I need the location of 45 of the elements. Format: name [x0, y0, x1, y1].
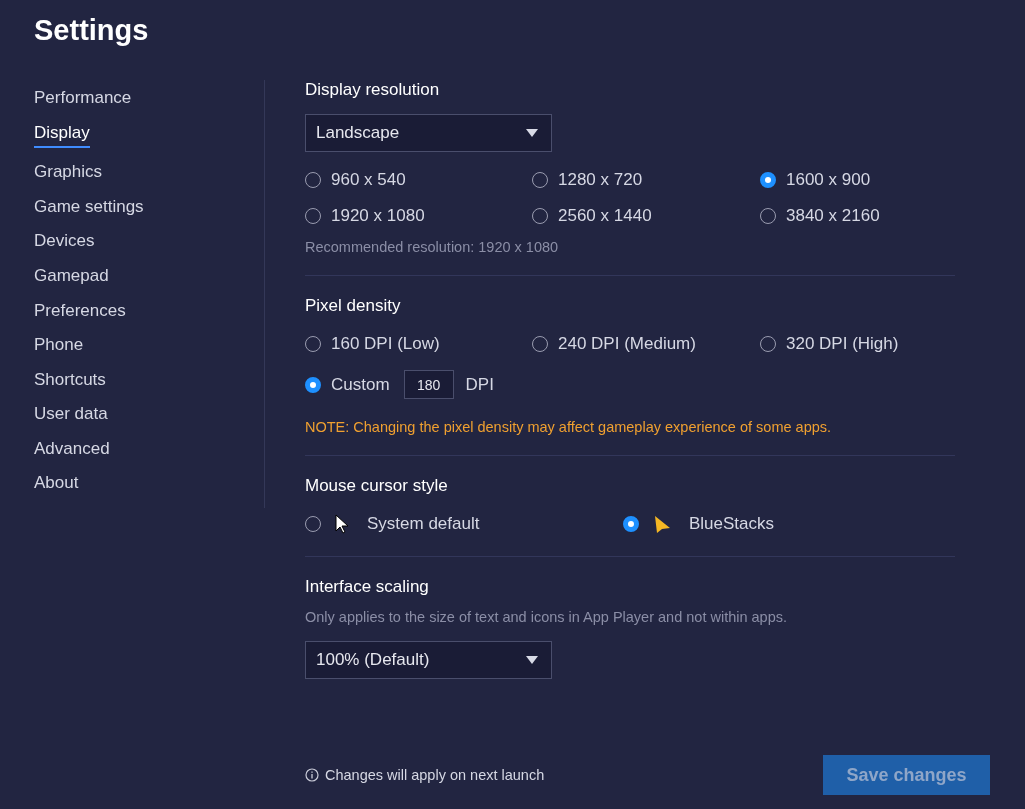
radio-label: BlueStacks — [689, 514, 775, 534]
scaling-dropdown[interactable]: 100% (Default) — [305, 641, 552, 679]
section-heading: Mouse cursor style — [305, 476, 449, 496]
radio-label: 1280 x 720 — [558, 170, 643, 190]
sidebar-item[interactable]: Advanced — [34, 438, 110, 474]
sidebar-item[interactable]: Devices — [34, 231, 95, 266]
sidebar-item[interactable]: Preferences — [34, 300, 126, 336]
sidebar-item[interactable]: Performance — [34, 88, 132, 123]
note-text: NOTE: Changing the pixel density may affect gameplay experience of some apps. — [305, 419, 833, 437]
caret-icon — [526, 656, 538, 664]
radio-button[interactable] — [760, 172, 776, 188]
sidebar-item[interactable]: Phone — [34, 335, 84, 370]
radio-label: 960 x 540 — [331, 170, 406, 190]
page-title: Settings — [34, 14, 150, 48]
sidebar-item[interactable]: Shortcuts — [34, 369, 106, 405]
info-text: Changes will apply on next launch — [325, 767, 545, 783]
description-text: Only applies to the size of text and icons in App Player and not within apps. — [305, 609, 788, 625]
radio-label: Custom — [331, 374, 390, 395]
radio-button[interactable] — [305, 376, 321, 393]
section-heading: Display resolution — [305, 80, 441, 100]
sidebar-item[interactable]: User data — [34, 404, 108, 439]
section-heading: Pixel density — [305, 296, 402, 316]
unit-label: DPI — [465, 374, 494, 395]
sidebar-item[interactable]: Graphics — [34, 162, 103, 197]
pointer-icon — [653, 515, 671, 533]
sidebar-item[interactable]: Display — [34, 122, 90, 148]
radio-label: 1920 x 1080 — [331, 206, 425, 226]
radio-label: System default — [367, 514, 480, 534]
recommended-text: Recommended resolution: 1920 x 1080 — [305, 239, 560, 257]
radio-label: 3840 x 2160 — [786, 206, 880, 226]
radio-label: 320 DPI (High) — [786, 334, 899, 354]
caret-icon — [526, 129, 538, 137]
radio-label: 160 DPI (Low) — [331, 334, 440, 354]
radio-label: 1600 x 900 — [786, 170, 871, 190]
radio-button[interactable] — [623, 516, 639, 532]
sidebar-item[interactable]: Game settings — [34, 196, 144, 232]
orientation-dropdown[interactable]: Landscape — [305, 114, 552, 152]
section-heading: Interface scaling — [305, 577, 430, 597]
sidebar-item[interactable]: Gamepad — [34, 266, 109, 301]
sidebar-item[interactable]: About — [34, 473, 79, 509]
radio-label: 240 DPI (Medium) — [558, 334, 696, 354]
info-icon — [305, 768, 319, 782]
pointer-icon — [335, 514, 349, 534]
radio-label: 2560 x 1440 — [558, 206, 652, 226]
dpi-input-field[interactable]: 180 — [403, 370, 454, 399]
